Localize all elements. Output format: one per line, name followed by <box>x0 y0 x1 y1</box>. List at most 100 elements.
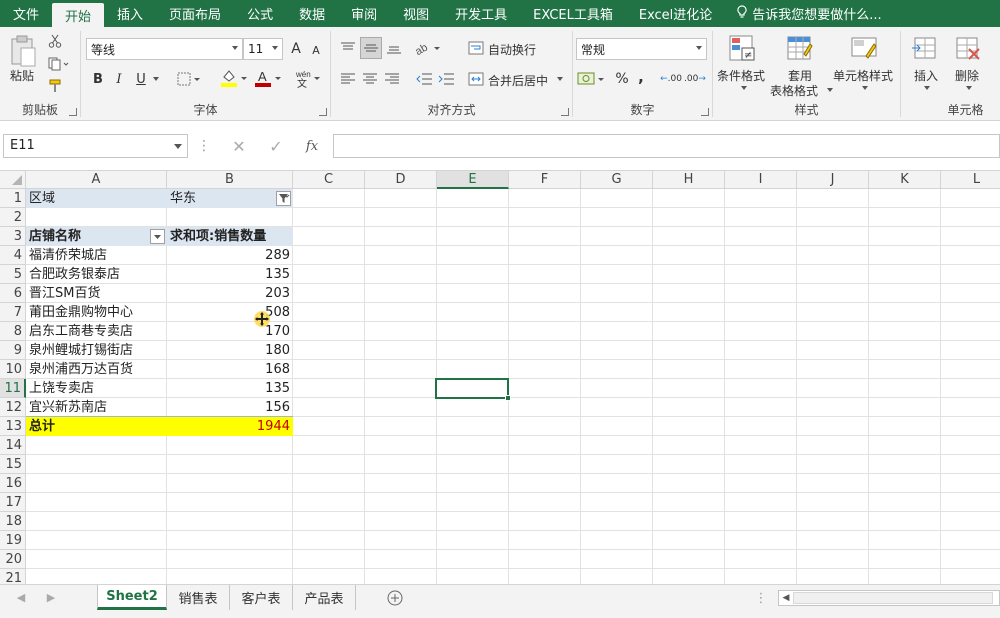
store-name-cell[interactable]: 福清侨荣城店 <box>26 246 167 265</box>
menu-excel-toolbox[interactable]: EXCEL工具箱 <box>520 0 626 27</box>
percent-button[interactable]: % <box>613 69 631 89</box>
row-header-16[interactable]: 16 <box>0 474 26 493</box>
conditional-format-icon[interactable]: ≠ <box>727 33 757 63</box>
menu-home[interactable]: 开始 <box>52 3 105 27</box>
row-header-10[interactable]: 10 <box>0 360 26 379</box>
row-header-14[interactable]: 14 <box>0 436 26 455</box>
scroll-thumb[interactable] <box>793 592 993 604</box>
insert-cells-label[interactable]: 插入 <box>914 67 938 84</box>
filter-label-cell[interactable]: 区域 <box>26 189 167 208</box>
menu-data[interactable]: 数据 <box>286 0 338 27</box>
column-header-f[interactable]: F <box>509 171 581 189</box>
row-header-21[interactable]: 21 <box>0 569 26 584</box>
sales-qty-cell[interactable]: 203 <box>167 284 293 303</box>
grow-font-button[interactable]: A <box>288 40 304 58</box>
bold-button[interactable]: B <box>90 70 106 88</box>
menu-page-layout[interactable]: 页面布局 <box>156 0 234 27</box>
formula-bar-grip-icon[interactable]: ⋮ <box>197 137 211 155</box>
sales-qty-cell[interactable]: 156 <box>167 398 293 417</box>
tab-sales[interactable]: 销售表 <box>167 585 230 610</box>
format-as-table-dropdown-icon[interactable] <box>826 87 834 93</box>
paste-icon[interactable] <box>6 33 40 69</box>
new-sheet-icon[interactable] <box>386 589 404 607</box>
column-header-j[interactable]: J <box>797 171 869 189</box>
menu-developer[interactable]: 开发工具 <box>442 0 520 27</box>
decrease-indent-icon[interactable] <box>414 70 434 88</box>
column-header-d[interactable]: D <box>365 171 437 189</box>
row-header-5[interactable]: 5 <box>0 265 26 284</box>
formula-input[interactable] <box>333 134 1000 158</box>
menu-insert[interactable]: 插入 <box>104 0 156 27</box>
store-name-cell[interactable]: 上饶专卖店 <box>26 379 167 398</box>
column-header-g[interactable]: G <box>581 171 653 189</box>
underline-dropdown-icon[interactable] <box>151 70 161 88</box>
fill-handle[interactable] <box>505 395 511 401</box>
column-header-h[interactable]: H <box>653 171 725 189</box>
store-name-cell[interactable]: 晋江SM百货 <box>26 284 167 303</box>
format-painter-icon[interactable] <box>46 77 64 95</box>
phonetic-icon[interactable]: wén 文 <box>293 67 323 89</box>
tab-customers[interactable]: 客户表 <box>230 585 293 610</box>
column-header-e[interactable]: E <box>437 171 509 189</box>
store-name-cell[interactable]: 宜兴新苏南店 <box>26 398 167 417</box>
sales-qty-cell[interactable]: 135 <box>167 379 293 398</box>
row-header-7[interactable]: 7 <box>0 303 26 322</box>
confirm-edit-button[interactable]: ✓ <box>265 135 287 157</box>
menu-excel-evolution[interactable]: Excel进化论 <box>626 0 725 27</box>
row-header-4[interactable]: 4 <box>0 246 26 265</box>
store-name-cell[interactable]: 启东工商巷专卖店 <box>26 322 167 341</box>
increase-decimal-button[interactable]: ← .00 <box>660 69 682 89</box>
scroll-left-icon[interactable]: ◀ <box>781 592 791 604</box>
name-box[interactable]: E11 <box>3 134 188 158</box>
column-header-b[interactable]: B <box>167 171 293 189</box>
row-label-header[interactable]: 店铺名称 <box>26 227 167 246</box>
shrink-font-button[interactable]: A <box>309 42 323 58</box>
sales-qty-cell[interactable]: 289 <box>167 246 293 265</box>
column-header-l[interactable]: L <box>941 171 1000 189</box>
horizontal-scrollbar[interactable]: ◀ <box>778 590 1000 606</box>
cell-styles-icon[interactable] <box>849 33 879 63</box>
selected-cell-outline[interactable] <box>435 378 511 401</box>
delete-cells-icon[interactable] <box>953 33 983 63</box>
delete-dropdown-icon[interactable] <box>965 85 973 91</box>
row-label-dropdown-icon[interactable] <box>150 229 165 244</box>
italic-button[interactable]: I <box>111 70 127 88</box>
scroll-tabs-left-icon[interactable]: ◀ <box>14 589 28 605</box>
store-name-cell[interactable]: 莆田金鼎购物中心 <box>26 303 167 322</box>
filter-funnel-icon[interactable] <box>276 191 291 206</box>
row-header-1[interactable]: 1 <box>0 189 26 208</box>
format-as-table-label-2[interactable]: 表格格式 <box>770 82 818 99</box>
row-header-12[interactable]: 12 <box>0 398 26 417</box>
column-header-i[interactable]: I <box>725 171 797 189</box>
cell-styles-label[interactable]: 单元格样式 <box>833 67 893 84</box>
row-header-6[interactable]: 6 <box>0 284 26 303</box>
comma-button[interactable]: , <box>635 67 647 87</box>
merge-center-icon[interactable] <box>467 70 485 88</box>
row-header-13[interactable]: 13 <box>0 417 26 436</box>
conditional-dropdown-icon[interactable] <box>740 85 748 91</box>
store-name-cell[interactable]: 合肥政务银泰店 <box>26 265 167 284</box>
tell-me-box[interactable]: 告诉我您想要做什么... <box>725 0 882 27</box>
row-header-15[interactable]: 15 <box>0 455 26 474</box>
worksheet-grid[interactable]: A B C D E F G H I J K L 1 2 3 4 5 6 7 8 9 10 11 12 13 14 15 16 17 18 1… <box>0 171 1000 584</box>
menu-view[interactable]: 视图 <box>390 0 442 27</box>
column-header-c[interactable]: C <box>293 171 365 189</box>
number-format-select[interactable]: 常规 <box>576 38 707 60</box>
column-header-k[interactable]: K <box>869 171 941 189</box>
row-header-8[interactable]: 8 <box>0 322 26 341</box>
fill-color-icon[interactable] <box>219 67 249 89</box>
insert-cells-icon[interactable] <box>911 33 941 63</box>
row-header-9[interactable]: 9 <box>0 341 26 360</box>
store-name-cell[interactable]: 泉州鲤城打锡街店 <box>26 341 167 360</box>
row-header-11[interactable]: 11 <box>0 379 26 398</box>
row-header-19[interactable]: 19 <box>0 531 26 550</box>
align-center-icon[interactable] <box>360 70 380 88</box>
tab-split-grip-icon[interactable]: ⋮ <box>755 589 768 607</box>
accounting-format-icon[interactable] <box>576 69 606 89</box>
align-right-icon[interactable] <box>382 70 402 88</box>
delete-cells-label[interactable]: 删除 <box>955 67 979 84</box>
filter-value-cell[interactable]: 华东 <box>167 189 293 208</box>
decrease-decimal-button[interactable]: .00 → <box>684 69 706 89</box>
merge-dropdown-icon[interactable] <box>555 72 565 86</box>
row-header-2[interactable]: 2 <box>0 208 26 227</box>
